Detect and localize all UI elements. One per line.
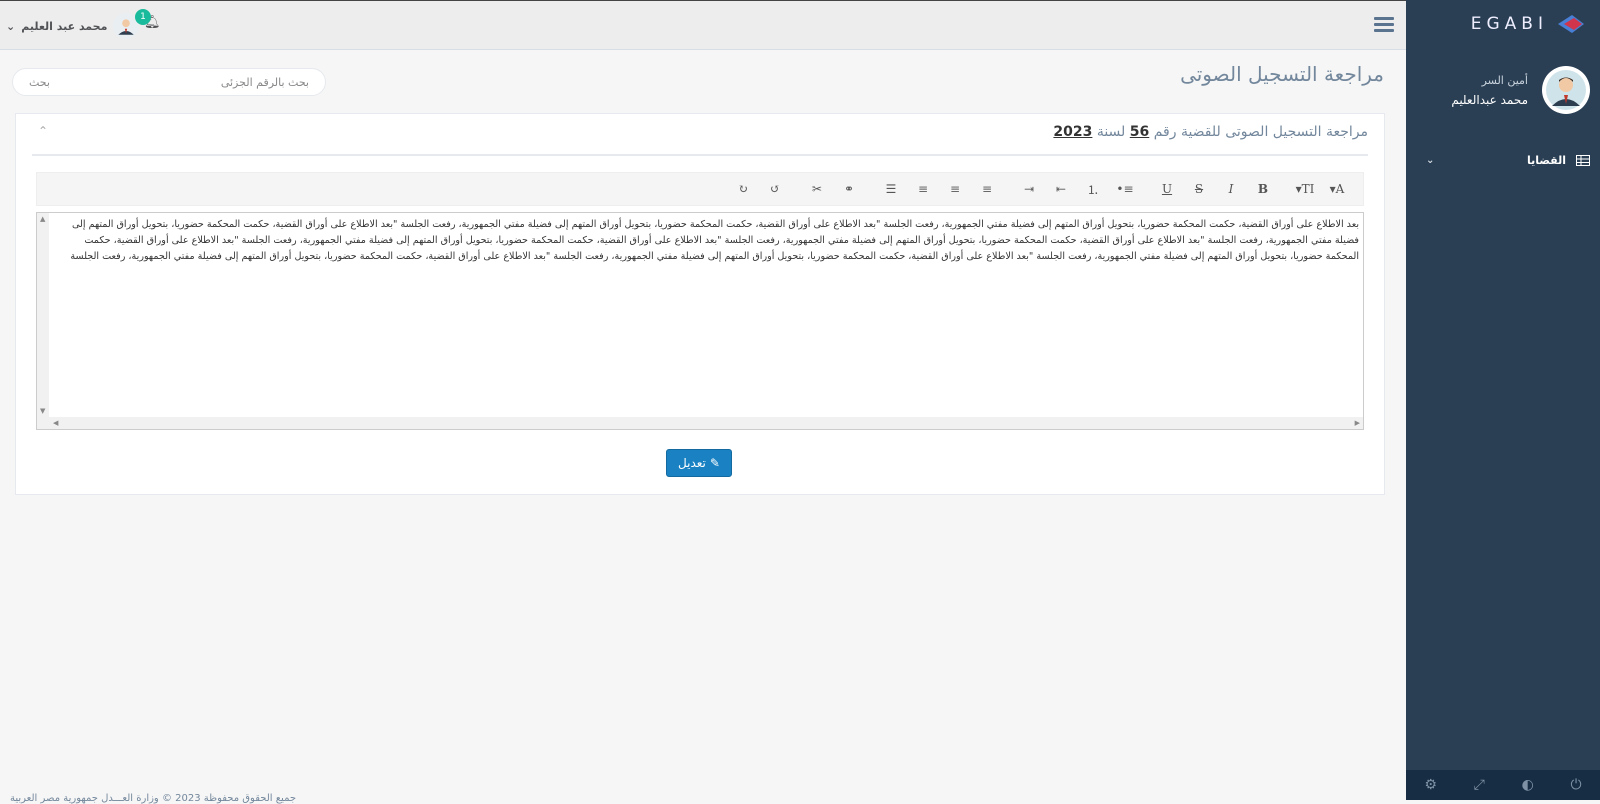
footer-copyright: جميع الحقوق محفوظة 2023 © وزارة العـــدل… <box>10 793 296 804</box>
power-icon[interactable]: ⏻ <box>1571 777 1582 793</box>
sidebar: EGABI أمين السر محمد عبدالعليم ⌄ القضايا <box>1406 0 1600 800</box>
brand[interactable]: EGABI <box>1406 0 1600 48</box>
year-label: لسنة <box>1097 124 1126 140</box>
logo-icon <box>1556 13 1586 35</box>
font-size-icon[interactable]: ▾TI <box>1289 182 1321 196</box>
editor-textarea[interactable]: بعد الاطلاع على أوراق القضية، حكمت المحك… <box>36 212 1364 430</box>
sidebar-item-cases[interactable]: ⌄ القضايا <box>1406 154 1600 167</box>
person-icon <box>1546 70 1586 110</box>
ordered-list-icon[interactable]: ⒈ <box>1077 181 1109 198</box>
editor-toolbar: ↻ ↺ ✂ ⚭ ☰ ≡ ≡ ≡ ⇥ ⇤ ⒈ •≡ U S I B ▾TI ▾A <box>36 172 1364 206</box>
edit-button-label: تعديل <box>678 456 706 470</box>
user-role: أمين السر <box>1451 74 1528 87</box>
scroll-up-icon[interactable]: ▲ <box>40 215 45 223</box>
case-year: 2023 <box>1053 124 1092 140</box>
user-name: محمد عبدالعليم <box>1451 93 1528 107</box>
scroll-left-icon[interactable]: ◀ <box>53 419 58 427</box>
align-left-icon[interactable]: ≡ <box>971 182 1003 196</box>
align-right-icon[interactable]: ≡ <box>907 182 939 196</box>
font-icon[interactable]: ▾A <box>1321 182 1353 196</box>
chevron-down-icon: ⌄ <box>6 20 15 33</box>
edit-button[interactable]: تعديل ✎ <box>666 449 732 477</box>
scroll-right-icon[interactable]: ▶ <box>1355 419 1360 427</box>
menu-toggle-icon[interactable] <box>1374 17 1394 33</box>
scroll-down-icon[interactable]: ▼ <box>40 407 45 415</box>
unordered-list-icon[interactable]: •≡ <box>1109 182 1141 196</box>
italic-icon[interactable]: I <box>1215 182 1247 196</box>
undo-icon[interactable]: ↺ <box>759 182 791 196</box>
user-name: محمد عبد العليم <box>21 20 107 33</box>
link-icon[interactable]: ⚭ <box>833 182 865 196</box>
redo-icon[interactable]: ↻ <box>727 182 759 196</box>
sidebar-footer: ⚙ ⤢ ◐ ⏻ <box>1406 770 1600 800</box>
profile: أمين السر محمد عبدالعليم <box>1406 48 1600 114</box>
sidebar-item-label: القضايا <box>1527 154 1566 167</box>
strikethrough-icon[interactable]: S <box>1183 182 1215 196</box>
cut-icon[interactable]: ✂ <box>801 182 833 196</box>
case-number: 56 <box>1130 124 1149 140</box>
search-label: بحث بالرقم الجزئى <box>221 76 309 89</box>
eye-slash-icon[interactable]: ◐ <box>1522 777 1534 793</box>
search-input[interactable]: بحث بحث بالرقم الجزئى <box>12 68 326 96</box>
top-navbar: ⌄ محمد عبد العليم 🔔︎ 1 <box>0 0 1406 50</box>
underline-icon[interactable]: U <box>1151 182 1183 196</box>
chevron-down-icon: ⌄ <box>1426 155 1434 166</box>
align-center-icon[interactable]: ≡ <box>939 182 971 196</box>
panel-title-prefix: مراجعة التسجيل الصوتى للقضية رقم <box>1154 124 1368 140</box>
search-placeholder: بحث <box>29 76 50 89</box>
panel-header: مراجعة التسجيل الصوتى للقضية رقم 56 لسنة… <box>32 114 1368 156</box>
notification-badge: 1 <box>135 9 151 25</box>
table-icon <box>1576 155 1590 166</box>
editor-content[interactable]: بعد الاطلاع على أوراق القضية، حكمت المحك… <box>51 217 1359 265</box>
gear-icon[interactable]: ⚙ <box>1424 777 1437 793</box>
brand-name: EGABI <box>1471 14 1548 34</box>
vertical-scrollbar[interactable]: ▲ ▼ <box>37 213 49 417</box>
panel-title: مراجعة التسجيل الصوتى للقضية رقم 56 لسنة… <box>1053 124 1368 140</box>
avatar <box>1542 66 1590 114</box>
outdent-icon[interactable]: ⇤ <box>1045 182 1077 196</box>
page-title: مراجعة التسجيل الصوتى <box>1180 62 1384 86</box>
recording-review-panel: مراجعة التسجيل الصوتى للقضية رقم 56 لسنة… <box>15 113 1385 495</box>
bold-icon[interactable]: B <box>1247 182 1279 196</box>
user-dropdown[interactable]: ⌄ محمد عبد العليم <box>6 13 139 39</box>
fullscreen-icon[interactable]: ⤢ <box>1474 777 1485 793</box>
align-justify-icon[interactable]: ☰ <box>875 182 907 196</box>
edit-icon: ✎ <box>710 456 720 470</box>
horizontal-scrollbar[interactable]: ◀ ▶ <box>37 417 1363 429</box>
collapse-icon[interactable]: ⌃ <box>38 124 48 138</box>
indent-icon[interactable]: ⇥ <box>1013 182 1045 196</box>
